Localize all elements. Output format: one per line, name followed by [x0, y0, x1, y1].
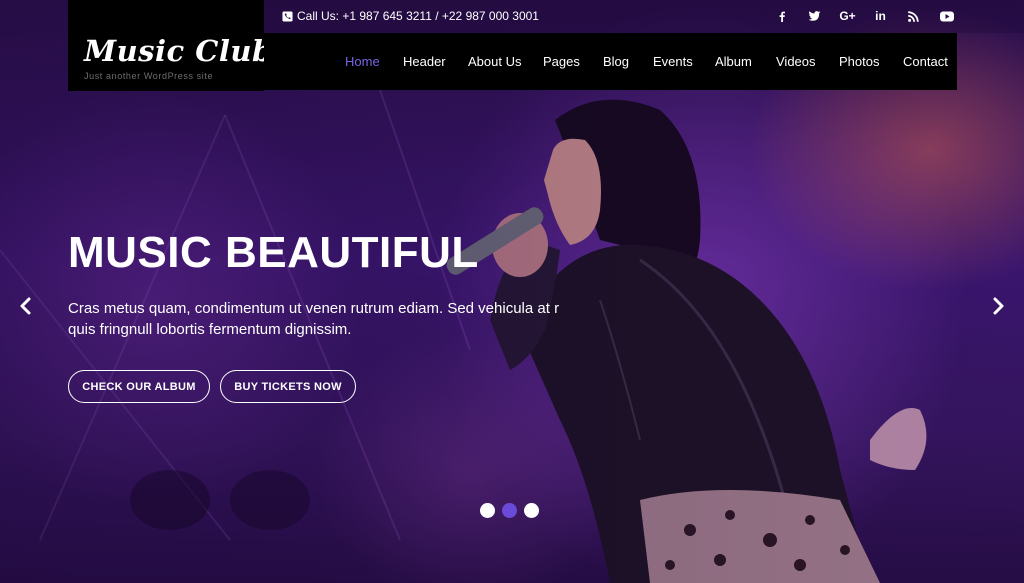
slider-pagination [480, 503, 539, 518]
rss-icon[interactable] [897, 7, 930, 25]
hero-slider: Call Us: +1 987 645 3211 / +22 987 000 3… [0, 0, 1024, 583]
facebook-icon[interactable] [765, 7, 798, 25]
site-tagline: Just another WordPress site [84, 71, 214, 81]
nav-item-videos[interactable]: Videos [776, 54, 816, 69]
google-plus-icon[interactable]: G+ [831, 7, 864, 25]
nav-menu: Home Header About Us Pages Blog Events A… [264, 33, 957, 90]
hero-title: MUSIC BEAUTIFUL [68, 228, 479, 277]
slider-prev-arrow-icon[interactable] [16, 296, 36, 316]
nav-item-header[interactable]: Header [403, 54, 446, 69]
slider-dot-3[interactable] [524, 503, 539, 518]
slider-next-arrow-icon[interactable] [988, 296, 1008, 316]
hero-description: Cras metus quam, condimentum ut venen ru… [68, 300, 560, 338]
nav-item-pages[interactable]: Pages [543, 54, 580, 69]
contact-info: Call Us: +1 987 645 3211 / +22 987 000 3… [282, 9, 539, 23]
nav-item-events[interactable]: Events [653, 54, 693, 69]
slider-dot-2[interactable] [502, 503, 517, 518]
twitter-icon[interactable] [798, 7, 831, 25]
nav-item-album[interactable]: Album [715, 54, 752, 69]
youtube-icon[interactable] [930, 7, 963, 25]
social-links: G+ in [765, 7, 963, 25]
contact-text: Call Us: +1 987 645 3211 / +22 987 000 3… [297, 9, 539, 23]
main-navigation: Home Header About Us Pages Blog Events A… [264, 33, 957, 90]
site-logo[interactable]: Music Club [84, 34, 273, 68]
slider-dot-1[interactable] [480, 503, 495, 518]
nav-item-photos[interactable]: Photos [839, 54, 879, 69]
nav-item-contact[interactable]: Contact [903, 54, 948, 69]
phone-icon [282, 10, 293, 22]
linkedin-icon[interactable]: in [864, 7, 897, 25]
nav-item-home[interactable]: Home [345, 54, 380, 69]
nav-item-blog[interactable]: Blog [603, 54, 629, 69]
check-album-button[interactable]: CHECK OUR ALBUM [68, 370, 210, 403]
buy-tickets-button[interactable]: BUY TICKETS NOW [220, 370, 356, 403]
nav-item-about-us[interactable]: About Us [468, 54, 521, 69]
